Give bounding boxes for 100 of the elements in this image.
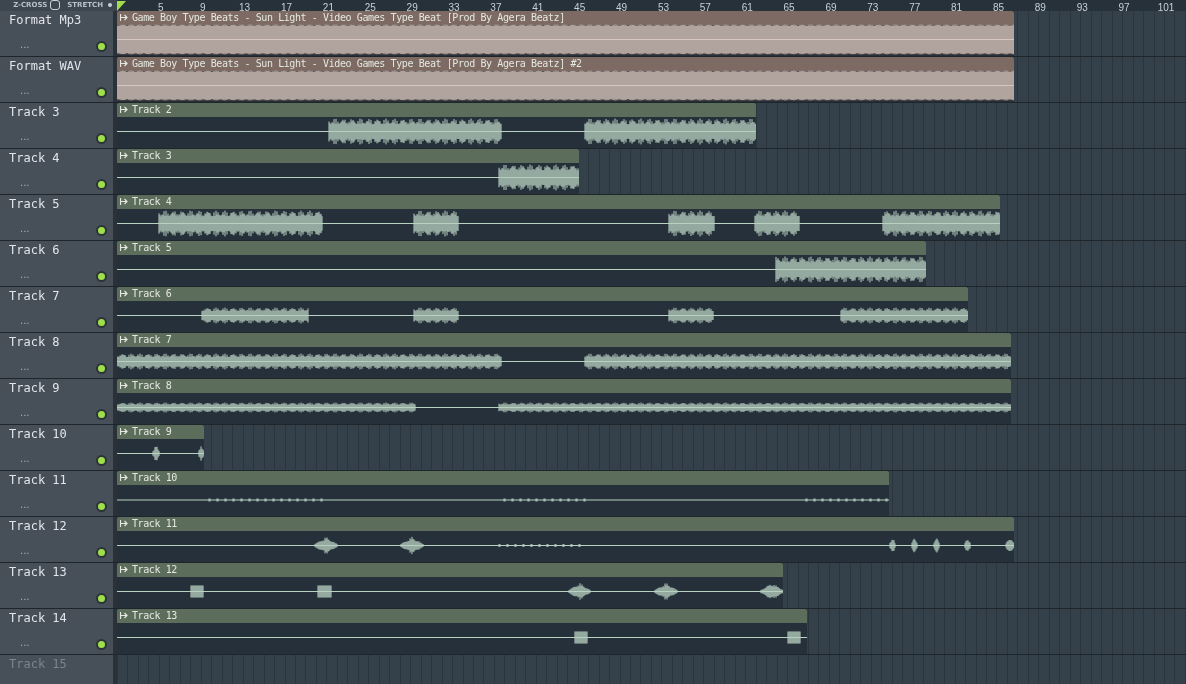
- track-enable-led[interactable]: [96, 86, 107, 98]
- track-lane[interactable]: Game Boy Type Beats - Sun Light - Video Games Type Beat [Prod By Agera Beatz]: [117, 10, 1186, 56]
- track-name: Track 3: [9, 103, 61, 120]
- track-enable-led[interactable]: [96, 500, 107, 512]
- track-menu-dots[interactable]: ...: [20, 454, 30, 463]
- clip-arrow-icon: [120, 473, 128, 481]
- bar-number: 41: [532, 2, 544, 13]
- audio-clip[interactable]: Track 13: [117, 608, 807, 654]
- bar-number: 5: [158, 2, 164, 13]
- track-header[interactable]: Track 11 ...: [0, 470, 113, 516]
- track-enable-led[interactable]: [96, 638, 107, 650]
- bar-number: 29: [406, 2, 418, 13]
- track-lane[interactable]: Track 12: [117, 562, 1186, 608]
- track-enable-led[interactable]: [96, 362, 107, 374]
- track-header[interactable]: Track 6 ...: [0, 240, 113, 286]
- track-enable-led[interactable]: [96, 316, 107, 328]
- track-enable-led[interactable]: [96, 270, 107, 282]
- track-menu-dots[interactable]: ...: [20, 40, 30, 49]
- bar-number: 9: [199, 2, 206, 13]
- track-menu-dots[interactable]: ...: [20, 178, 30, 187]
- bar-number: 17: [280, 2, 293, 13]
- audio-clip[interactable]: Track 11: [117, 516, 1014, 562]
- clip-arrow-icon: [120, 105, 128, 113]
- track-lane[interactable]: Track 2: [117, 102, 1186, 148]
- track-menu-dots[interactable]: ...: [20, 270, 30, 279]
- audio-clip[interactable]: Track 6: [117, 286, 968, 332]
- clip-arrow-icon: [120, 243, 128, 251]
- track-menu-dots[interactable]: ...: [20, 546, 30, 555]
- bar-number: 37: [490, 2, 502, 13]
- track-name: Track 4: [9, 149, 61, 166]
- track-header[interactable]: Track 3 ...: [0, 102, 113, 148]
- track-enable-led[interactable]: [96, 40, 107, 52]
- bar-number: 33: [448, 2, 460, 13]
- track-header[interactable]: Track 13 ...: [0, 562, 113, 608]
- clip-arrow-icon: [120, 335, 128, 343]
- track-lane[interactable]: Game Boy Type Beats - Sun Light - Video Games Type Beat [Prod By Agera Beatz] #2: [117, 56, 1186, 102]
- audio-clip[interactable]: Track 3: [117, 148, 579, 194]
- track-lane[interactable]: Track 11: [117, 516, 1186, 562]
- track-enable-led[interactable]: [96, 546, 107, 558]
- track-name: Format Mp3: [9, 11, 83, 28]
- track-enable-led[interactable]: [96, 454, 107, 466]
- track-lane[interactable]: Track 6: [117, 286, 1186, 332]
- audio-clip[interactable]: Track 5: [117, 240, 926, 286]
- clip-arrow-icon: [120, 565, 128, 573]
- bar-number: 21: [322, 2, 334, 13]
- bar-number: 25: [364, 2, 376, 13]
- track-header[interactable]: Track 4 ...: [0, 148, 113, 194]
- track-menu-dots[interactable]: ...: [20, 224, 30, 233]
- clip-arrow-icon: [120, 519, 128, 527]
- track-lane[interactable]: Track 4: [117, 194, 1186, 240]
- track-lane[interactable]: Track 7: [117, 332, 1186, 378]
- track-lane[interactable]: Track 3: [117, 148, 1186, 194]
- audio-clip[interactable]: Track 2: [117, 102, 756, 148]
- clip-arrow-icon: [120, 151, 128, 159]
- audio-clip[interactable]: Track 12: [117, 562, 783, 608]
- audio-clip[interactable]: Game Boy Type Beats - Sun Light - Video Games Type Beat [Prod By Agera Beatz] #2: [117, 56, 1014, 102]
- track-name: Format WAV: [9, 57, 83, 74]
- track-header[interactable]: Track 7 ...: [0, 286, 113, 332]
- track-enable-led[interactable]: [96, 224, 107, 236]
- track-name: Track 11: [9, 471, 68, 488]
- track-menu-dots[interactable]: ...: [20, 408, 30, 417]
- track-name: Track 14: [9, 609, 68, 626]
- track-menu-dots[interactable]: ...: [20, 316, 30, 325]
- track-name: Track 13: [9, 563, 68, 580]
- track-menu-dots[interactable]: ...: [20, 362, 30, 371]
- clip-arrow-icon: [120, 59, 128, 67]
- audio-clip[interactable]: Track 9: [117, 424, 204, 470]
- track-lane[interactable]: Track 5: [117, 240, 1186, 286]
- track-header[interactable]: Track 5 ...: [0, 194, 113, 240]
- track-header[interactable]: Track 10 ...: [0, 424, 113, 470]
- track-header[interactable]: Track 9 ...: [0, 378, 113, 424]
- audio-clip[interactable]: Track 8: [117, 378, 1011, 424]
- zcross-toggle[interactable]: [50, 0, 61, 11]
- track-header[interactable]: Format Mp3 ...: [0, 10, 113, 56]
- audio-clip[interactable]: Game Boy Type Beats - Sun Light - Video Games Type Beat [Prod By Agera Beatz]: [117, 10, 1014, 56]
- track-enable-led[interactable]: [96, 592, 107, 604]
- track-enable-led[interactable]: [96, 178, 107, 190]
- track-name: Track 7: [9, 287, 61, 304]
- track-lane[interactable]: Track 8: [117, 378, 1186, 424]
- track-menu-dots[interactable]: ...: [20, 132, 30, 141]
- track-enable-led[interactable]: [96, 132, 107, 144]
- clip-arrow-icon: [120, 13, 128, 21]
- track-menu-dots[interactable]: ...: [20, 592, 30, 601]
- track-header[interactable]: Track 14 ...: [0, 608, 113, 654]
- track-lane[interactable]: Track 9: [117, 424, 1186, 470]
- track-menu-dots[interactable]: ...: [20, 638, 30, 647]
- track-lane[interactable]: Track 13: [117, 608, 1186, 654]
- audio-clip[interactable]: Track 10: [117, 470, 889, 516]
- track-enable-led[interactable]: [96, 408, 107, 420]
- track-lane[interactable]: Track 10: [117, 470, 1186, 516]
- track-header[interactable]: Track 12 ...: [0, 516, 113, 562]
- clip-arrow-icon: [120, 381, 128, 389]
- track-name: Track 6: [9, 241, 61, 258]
- audio-clip[interactable]: Track 7: [117, 332, 1011, 378]
- track-menu-dots[interactable]: ...: [20, 86, 30, 95]
- track-header[interactable]: Format WAV ...: [0, 56, 113, 102]
- track-name: Track 8: [9, 333, 61, 350]
- track-header[interactable]: Track 8 ...: [0, 332, 113, 378]
- track-menu-dots[interactable]: ...: [20, 500, 30, 509]
- audio-clip[interactable]: Track 4: [117, 194, 1000, 240]
